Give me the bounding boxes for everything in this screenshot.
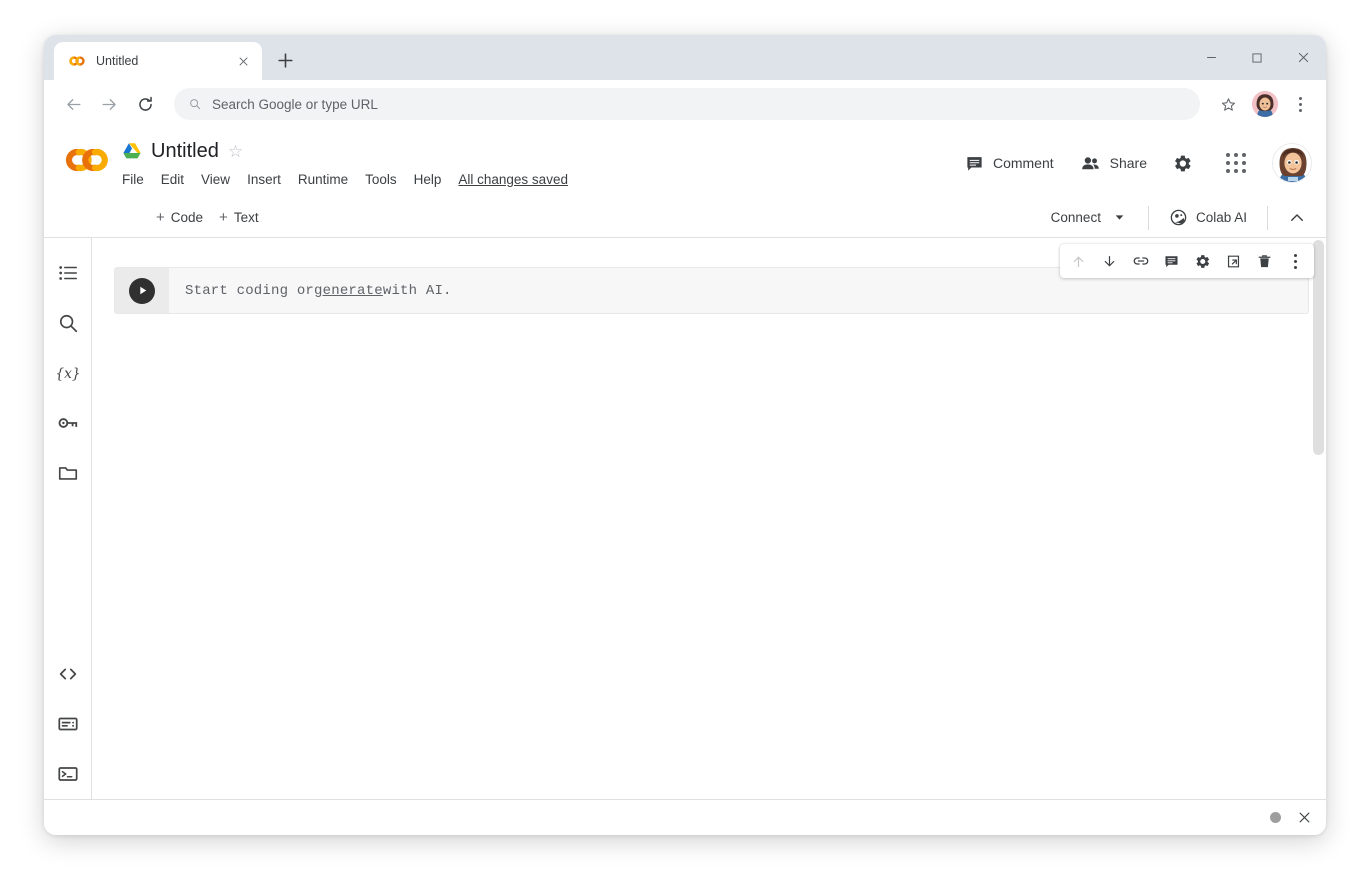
colab-logo-icon bbox=[68, 52, 86, 70]
add-comment-button[interactable] bbox=[1156, 246, 1187, 277]
colab-ai-button[interactable]: Colab AI bbox=[1161, 202, 1255, 233]
search-icon bbox=[188, 97, 202, 111]
google-drive-icon[interactable] bbox=[122, 142, 142, 160]
window-close-icon[interactable] bbox=[1280, 35, 1326, 80]
toolbar-right-group: Connect Colab AI bbox=[1041, 201, 1314, 235]
add-text-cell-button[interactable]: + Text bbox=[211, 205, 267, 230]
window-controls bbox=[1188, 35, 1326, 80]
sidebar-item-files[interactable] bbox=[46, 448, 90, 498]
menu-view[interactable]: View bbox=[201, 172, 230, 187]
colab-menubar: File Edit View Insert Runtime Tools Help… bbox=[122, 168, 568, 190]
gear-icon bbox=[1172, 153, 1193, 174]
omnibox-actions bbox=[1212, 88, 1314, 120]
cell-run-gutter bbox=[115, 268, 169, 313]
colab-ai-spark-icon bbox=[1169, 208, 1188, 227]
toolbar-divider bbox=[1267, 206, 1268, 230]
menu-insert[interactable]: Insert bbox=[247, 172, 281, 187]
chevron-down-icon bbox=[1113, 211, 1126, 224]
connect-label: Connect bbox=[1051, 210, 1101, 225]
save-status[interactable]: All changes saved bbox=[458, 172, 568, 187]
colab-logo-icon[interactable] bbox=[62, 143, 108, 183]
play-button-icon[interactable] bbox=[129, 278, 155, 304]
plus-icon: + bbox=[156, 210, 165, 225]
colab-header-actions: Comment Share bbox=[954, 143, 1312, 183]
sidebar-item-terminal[interactable] bbox=[46, 749, 90, 799]
star-icon[interactable]: ☆ bbox=[228, 143, 243, 160]
browser-tabstrip: Untitled bbox=[44, 35, 1326, 80]
colab-app: Untitled ☆ File Edit View Insert Runtime… bbox=[44, 128, 1326, 835]
back-arrow-icon[interactable] bbox=[56, 87, 90, 121]
chevron-up-icon[interactable] bbox=[1280, 201, 1314, 235]
more-cell-actions-button[interactable] bbox=[1280, 246, 1311, 277]
connect-button[interactable]: Connect bbox=[1041, 204, 1136, 231]
minimize-icon[interactable] bbox=[1188, 35, 1234, 80]
status-dot-idle bbox=[1270, 812, 1281, 823]
cell-placeholder-suffix: with AI. bbox=[383, 283, 452, 299]
colab-ai-label: Colab AI bbox=[1196, 210, 1247, 225]
add-code-label: Code bbox=[171, 210, 203, 225]
sidebar-item-find-and-replace[interactable] bbox=[46, 298, 90, 348]
notebook-scrollbar[interactable] bbox=[1313, 240, 1324, 455]
address-bar[interactable]: Search Google or type URL bbox=[174, 88, 1200, 120]
share-button[interactable]: Share bbox=[1069, 145, 1158, 182]
plus-icon: + bbox=[219, 210, 228, 225]
forward-arrow-icon[interactable] bbox=[92, 87, 126, 121]
sidebar-item-variables[interactable]: {x} bbox=[46, 348, 90, 398]
close-icon[interactable] bbox=[234, 52, 252, 70]
sidebar-item-table-of-contents[interactable] bbox=[46, 248, 90, 298]
browser-window: Untitled bbox=[44, 35, 1326, 835]
menu-tools[interactable]: Tools bbox=[365, 172, 397, 187]
new-tab-button[interactable] bbox=[268, 43, 302, 77]
browser-tab[interactable]: Untitled bbox=[54, 42, 262, 80]
move-cell-up-button[interactable] bbox=[1063, 246, 1094, 277]
link-to-cell-button[interactable] bbox=[1125, 246, 1156, 277]
add-code-cell-button[interactable]: + Code bbox=[148, 205, 211, 230]
comment-label: Comment bbox=[993, 155, 1054, 171]
add-text-label: Text bbox=[234, 210, 259, 225]
generate-with-ai-link[interactable]: generate bbox=[314, 283, 383, 299]
reload-icon[interactable] bbox=[128, 87, 162, 121]
people-icon bbox=[1080, 153, 1101, 174]
svg-text:{x}: {x} bbox=[56, 366, 80, 382]
address-bar-placeholder: Search Google or type URL bbox=[212, 97, 378, 112]
settings-button[interactable] bbox=[1162, 143, 1202, 183]
browser-toolbar: Search Google or type URL bbox=[44, 80, 1326, 128]
comment-icon bbox=[965, 154, 984, 173]
menu-edit[interactable]: Edit bbox=[161, 172, 184, 187]
colab-sidebar: {x} bbox=[44, 238, 92, 799]
sidebar-item-command-palette[interactable] bbox=[46, 699, 90, 749]
maximize-icon[interactable] bbox=[1234, 35, 1280, 80]
toolbar-divider bbox=[1148, 206, 1149, 230]
profile-avatar[interactable] bbox=[1252, 91, 1278, 117]
cell-settings-button[interactable] bbox=[1187, 246, 1218, 277]
move-cell-down-button[interactable] bbox=[1094, 246, 1125, 277]
browser-tab-title: Untitled bbox=[96, 54, 224, 68]
statusbar-close-icon[interactable] bbox=[1297, 810, 1312, 825]
menu-file[interactable]: File bbox=[122, 172, 144, 187]
notebook-area: Start coding or generate with AI. bbox=[92, 238, 1326, 799]
sidebar-item-code-snippets[interactable] bbox=[46, 649, 90, 699]
delete-cell-button[interactable] bbox=[1249, 246, 1280, 277]
account-avatar[interactable] bbox=[1272, 143, 1312, 183]
menu-help[interactable]: Help bbox=[414, 172, 442, 187]
colab-body: {x} bbox=[44, 238, 1326, 799]
notebook-title-block: Untitled ☆ File Edit View Insert Runtime… bbox=[122, 136, 568, 190]
more-vertical-icon bbox=[1294, 254, 1297, 269]
cell-actions-toolbar bbox=[1060, 244, 1314, 278]
colab-header: Untitled ☆ File Edit View Insert Runtime… bbox=[44, 128, 1326, 198]
star-outline-icon[interactable] bbox=[1212, 88, 1244, 120]
share-label: Share bbox=[1110, 155, 1147, 171]
apps-grid-icon[interactable] bbox=[1216, 143, 1256, 183]
mirror-cell-button[interactable] bbox=[1218, 246, 1249, 277]
notebook-toolbar: + Code + Text Connect bbox=[44, 198, 1326, 238]
menu-runtime[interactable]: Runtime bbox=[298, 172, 348, 187]
sidebar-item-secrets[interactable] bbox=[46, 398, 90, 448]
page-title[interactable]: Untitled bbox=[151, 140, 219, 163]
more-vertical-icon[interactable] bbox=[1286, 89, 1314, 119]
comment-button[interactable]: Comment bbox=[954, 146, 1065, 181]
cell-placeholder-prefix: Start coding or bbox=[185, 283, 314, 299]
colab-statusbar bbox=[44, 799, 1326, 835]
notebook-title-row: Untitled ☆ bbox=[122, 136, 568, 166]
